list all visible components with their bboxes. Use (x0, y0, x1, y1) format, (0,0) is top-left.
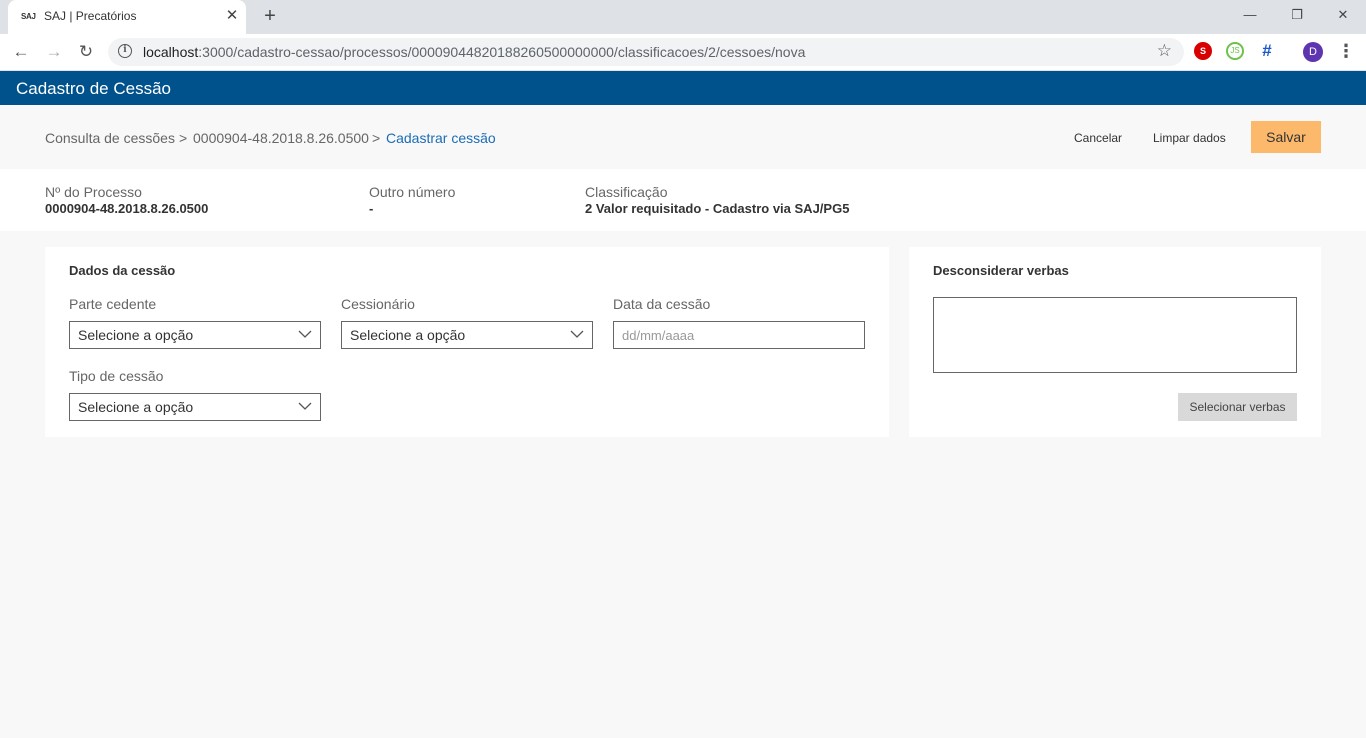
cessionario-label: Cessionário (341, 296, 415, 312)
chevron-down-icon (570, 330, 584, 338)
data-cessao-label: Data da cessão (613, 296, 711, 312)
cessionario-select[interactable]: Selecione a opção (341, 321, 593, 349)
new-tab-icon[interactable]: + (259, 5, 281, 29)
breadcrumb-cadastrar-cessao: Cadastrar cessão (386, 130, 496, 146)
breadcrumb: Consulta de cessões > 0000904-48.2018.8.… (0, 105, 1366, 169)
breadcrumb-consulta-cessoes[interactable]: Consulta de cessões (45, 130, 175, 146)
verbas-textarea[interactable] (933, 297, 1297, 373)
window-close-icon[interactable]: ✕ (1329, 4, 1357, 26)
cancel-button[interactable]: Cancelar (1074, 131, 1122, 145)
clear-data-button[interactable]: Limpar dados (1153, 131, 1226, 145)
address-bar[interactable]: i localhost:3000/cadastro-cessao/process… (108, 38, 1184, 66)
process-number-value: 0000904-48.2018.8.26.0500 (45, 201, 209, 216)
breadcrumb-separator: > (179, 130, 188, 146)
tipo-cessao-selected: Selecione a opção (78, 399, 194, 415)
url-text[interactable]: localhost:3000/cadastro-cessao/processos… (143, 44, 805, 60)
bookmark-star-icon[interactable]: ☆ (1157, 41, 1172, 61)
breadcrumb-separator: > (372, 130, 381, 146)
tipo-cessao-label: Tipo de cessão (69, 368, 164, 384)
page-title: Cadastro de Cessão (16, 79, 171, 98)
adblock-extension-icon[interactable]: S (1194, 42, 1212, 60)
classification-label: Classificação (585, 184, 668, 200)
tipo-cessao-select[interactable]: Selecione a opção (69, 393, 321, 421)
desconsiderar-verbas-title: Desconsiderar verbas (933, 263, 1069, 278)
process-number-label: Nº do Processo (45, 184, 142, 200)
site-info-icon[interactable]: i (118, 44, 132, 58)
tab-close-icon[interactable]: ✕ (224, 7, 240, 25)
minimize-icon[interactable]: — (1236, 4, 1264, 26)
app-header: Cadastro de Cessão (0, 71, 1366, 105)
parte-cedente-label: Parte cedente (69, 296, 157, 312)
process-info-bar: Nº do Processo 0000904-48.2018.8.26.0500… (0, 169, 1366, 231)
classification-value: 2 Valor requisitado - Cadastro via SAJ/P… (585, 201, 850, 216)
grid-extension-icon[interactable]: # (1258, 42, 1276, 60)
browser-toolbar: ← → ↻ i localhost:3000/cadastro-cessao/p… (0, 34, 1366, 71)
selecionar-verbas-button[interactable]: Selecionar verbas (1178, 393, 1297, 421)
breadcrumb-processo[interactable]: 0000904-48.2018.8.26.0500 (193, 130, 369, 146)
other-number-value: - (369, 201, 374, 216)
parte-cedente-selected: Selecione a opção (78, 327, 194, 343)
browser-tab[interactable]: SAJ SAJ | Precatórios ✕ (8, 0, 246, 34)
url-path: :3000/cadastro-cessao/processos/00009044… (198, 44, 806, 60)
browser-menu-icon[interactable]: ⋮ (1337, 40, 1355, 64)
tab-title: SAJ | Precatórios (44, 9, 137, 23)
back-arrow-icon[interactable]: ← (9, 41, 33, 63)
chevron-down-icon (298, 402, 312, 410)
url-host: localhost (143, 44, 199, 60)
profile-avatar[interactable]: D (1303, 42, 1323, 62)
dados-cessao-card: Dados da cessão Parte cedente Selecione … (45, 247, 889, 437)
save-button[interactable]: Salvar (1251, 121, 1321, 153)
restore-icon[interactable]: ❐ (1283, 4, 1311, 26)
saj-favicon-icon: SAJ (21, 12, 36, 21)
browser-tab-bar: SAJ SAJ | Precatórios ✕ + — ❐ ✕ (0, 0, 1366, 34)
other-number-label: Outro número (369, 184, 456, 200)
nodejs-extension-icon[interactable]: JS (1226, 42, 1244, 60)
chevron-down-icon (298, 330, 312, 338)
cessionario-selected: Selecione a opção (350, 327, 466, 343)
dados-cessao-title: Dados da cessão (69, 263, 176, 278)
parte-cedente-select[interactable]: Selecione a opção (69, 321, 321, 349)
reload-icon[interactable]: ↻ (74, 41, 98, 63)
desconsiderar-verbas-card: Desconsiderar verbas Selecionar verbas (909, 247, 1321, 437)
forward-arrow-icon[interactable]: → (42, 41, 66, 63)
data-cessao-input[interactable] (613, 321, 865, 349)
